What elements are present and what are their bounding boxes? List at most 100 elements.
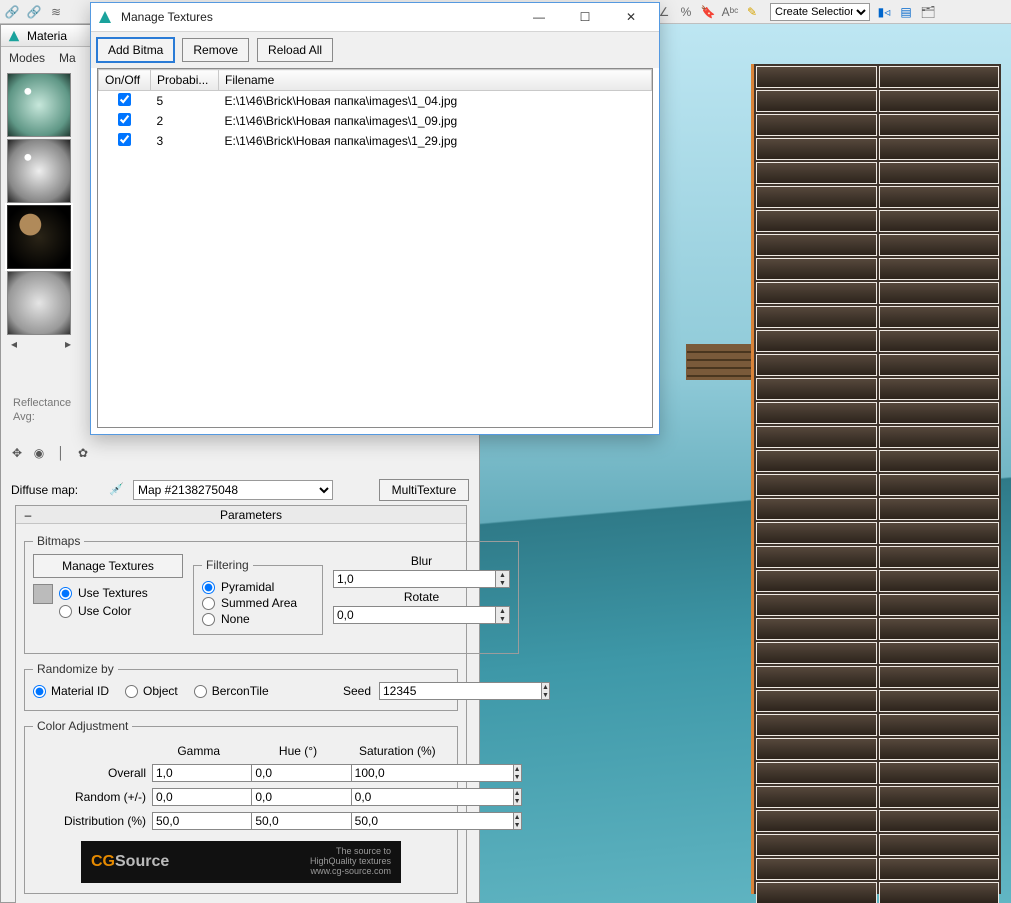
bookmark-icon[interactable]: 🔖 — [700, 4, 716, 20]
link-icon[interactable]: 🔗 — [4, 4, 20, 20]
dialog-title: Manage Textures — [121, 10, 213, 24]
row-prob-cell: 5 — [151, 91, 219, 112]
spinner-up-icon[interactable]: ▲ — [496, 571, 509, 579]
row-onoff-cell[interactable] — [99, 131, 151, 151]
rotate-input[interactable] — [333, 606, 496, 624]
blur-spinner[interactable]: ▲▼ — [333, 570, 510, 588]
layers-icon[interactable]: 🗂 — [920, 4, 936, 20]
app-icon — [97, 9, 113, 25]
maximize-button[interactable]: ☐ — [563, 5, 607, 29]
dist-sat-spinner[interactable]: ▲▼ — [351, 812, 437, 830]
overall-gamma-spinner[interactable]: ▲▼ — [152, 764, 238, 782]
use-color-radio[interactable]: Use Color — [59, 604, 148, 618]
manage-textures-button[interactable]: Manage Textures — [33, 554, 183, 578]
table-row[interactable]: 3E:\1\46\Brick\Новая папка\images\1_29.j… — [99, 131, 652, 151]
seed-spinner[interactable]: ▲▼ — [379, 682, 449, 700]
row-onoff-cell[interactable] — [99, 111, 151, 131]
tool-icon-1[interactable]: ✥ — [9, 445, 25, 461]
dist-gamma-spinner[interactable]: ▲▼ — [152, 812, 238, 830]
rand-material-id-radio[interactable]: Material ID — [33, 684, 109, 698]
blur-label: Blur — [333, 554, 510, 568]
minimize-button[interactable]: — — [517, 5, 561, 29]
spinner-down-icon[interactable]: ▼ — [496, 579, 509, 587]
overall-sat-spinner[interactable]: ▲▼ — [351, 764, 437, 782]
cgsource-banner[interactable]: CGSource The source to HighQuality textu… — [81, 841, 401, 883]
slot-scroll[interactable]: ◂▸ — [5, 337, 77, 351]
row-random-label: Random (+/-) — [37, 787, 147, 807]
dialog-toolbar: Add Bitma Remove Reload All — [91, 31, 659, 68]
spinner-up-icon[interactable]: ▲ — [542, 683, 549, 691]
random-gamma-spinner[interactable]: ▲▼ — [152, 788, 238, 806]
col-onoff-header[interactable]: On/Off — [99, 70, 151, 91]
cgsource-logo: CGSource — [91, 853, 169, 871]
col-filename-header[interactable]: Filename — [219, 70, 652, 91]
textures-list[interactable]: On/Off Probabi... Filename 5E:\1\46\Bric… — [97, 68, 653, 428]
rand-object-radio[interactable]: Object — [125, 684, 178, 698]
material-slot-3[interactable] — [7, 205, 71, 269]
eyedropper-icon[interactable]: 💉 — [109, 482, 125, 498]
add-bitmap-button[interactable]: Add Bitma — [97, 38, 174, 62]
seed-input[interactable] — [379, 682, 542, 700]
overall-hue-spinner[interactable]: ▲▼ — [251, 764, 337, 782]
spinner-down-icon[interactable]: ▼ — [496, 615, 509, 623]
random-hue-spinner[interactable]: ▲▼ — [251, 788, 337, 806]
use-textures-radio[interactable]: Use Textures — [59, 586, 148, 600]
multitexture-button[interactable]: MultiTexture — [379, 479, 469, 501]
material-slot-1[interactable] — [7, 73, 71, 137]
onoff-checkbox[interactable] — [118, 133, 131, 146]
col-sat-header: Saturation (%) — [350, 743, 445, 759]
filter-pyramidal-radio[interactable]: Pyramidal — [202, 580, 314, 594]
reload-all-button[interactable]: Reload All — [257, 38, 333, 62]
spinner-up-icon[interactable]: ▲ — [496, 607, 509, 615]
tool-icon-2[interactable]: ◉ — [31, 445, 47, 461]
material-slot-2[interactable] — [7, 139, 71, 203]
dist-hue-spinner[interactable]: ▲▼ — [251, 812, 337, 830]
mirror-icon[interactable]: ▮◃ — [876, 4, 892, 20]
row-filename-cell: E:\1\46\Brick\Новая папка\images\1_09.jp… — [219, 111, 652, 131]
blur-input[interactable] — [333, 570, 496, 588]
app-icon — [7, 29, 21, 43]
rollout-header[interactable]: – Parameters — [16, 506, 466, 524]
link-icon-2[interactable]: 🔗 — [26, 4, 42, 20]
row-onoff-cell[interactable] — [99, 91, 151, 112]
bitmaps-legend: Bitmaps — [33, 534, 84, 548]
collapse-icon[interactable]: – — [22, 508, 34, 522]
percent-icon[interactable]: % — [678, 4, 694, 20]
row-overall-label: Overall — [37, 763, 147, 783]
table-row[interactable]: 2E:\1\46\Brick\Новая папка\images\1_09.j… — [99, 111, 652, 131]
wave-icon[interactable]: ≋ — [48, 4, 64, 20]
random-sat-spinner[interactable]: ▲▼ — [351, 788, 437, 806]
text-icon[interactable]: Aᵇᶜ — [722, 4, 738, 20]
rand-bercontile-radio[interactable]: BerconTile — [194, 684, 269, 698]
onoff-checkbox[interactable] — [118, 113, 131, 126]
bitmaps-group: Bitmaps Manage Textures Use Textures Use… — [24, 534, 519, 654]
table-row[interactable]: 5E:\1\46\Brick\Новая папка\images\1_04.j… — [99, 91, 652, 112]
cgsource-tagline: The source to HighQuality textures www.c… — [310, 847, 391, 877]
diffuse-map-dropdown[interactable]: Map #2138275048 — [133, 480, 333, 500]
material-sample-slots: ◂▸ — [5, 71, 77, 351]
row-prob-cell: 3 — [151, 131, 219, 151]
col-prob-header[interactable]: Probabi... — [151, 70, 219, 91]
diffuse-label: Diffuse map: — [11, 483, 101, 497]
brush-icon[interactable]: ✎ — [744, 4, 760, 20]
remove-button[interactable]: Remove — [182, 38, 249, 62]
material-slot-4[interactable] — [7, 271, 71, 335]
randomize-legend: Randomize by — [33, 662, 118, 676]
color-swatch[interactable] — [33, 584, 53, 604]
dialog-titlebar[interactable]: Manage Textures — ☐ ✕ — [91, 3, 659, 31]
material-mini-toolbar: ✥ ◉ │ ✿ — [9, 445, 91, 461]
rotate-spinner[interactable]: ▲▼ — [333, 606, 510, 624]
filter-summed-radio[interactable]: Summed Area — [202, 596, 314, 610]
close-button[interactable]: ✕ — [609, 5, 653, 29]
tool-icon-3[interactable]: ✿ — [75, 445, 91, 461]
selection-set-dropdown[interactable]: Create Selection Se — [770, 3, 870, 21]
menu-modes[interactable]: Modes — [9, 51, 45, 65]
align-icon[interactable]: ▤ — [898, 4, 914, 20]
col-hue-header: Hue (°) — [250, 743, 345, 759]
randomize-group: Randomize by Material ID Object BerconTi… — [24, 662, 458, 711]
menu-materials[interactable]: Ma — [59, 51, 76, 65]
filter-none-radio[interactable]: None — [202, 612, 314, 626]
onoff-checkbox[interactable] — [118, 93, 131, 106]
material-editor-title: Materia — [27, 29, 67, 43]
spinner-down-icon[interactable]: ▼ — [542, 691, 549, 699]
